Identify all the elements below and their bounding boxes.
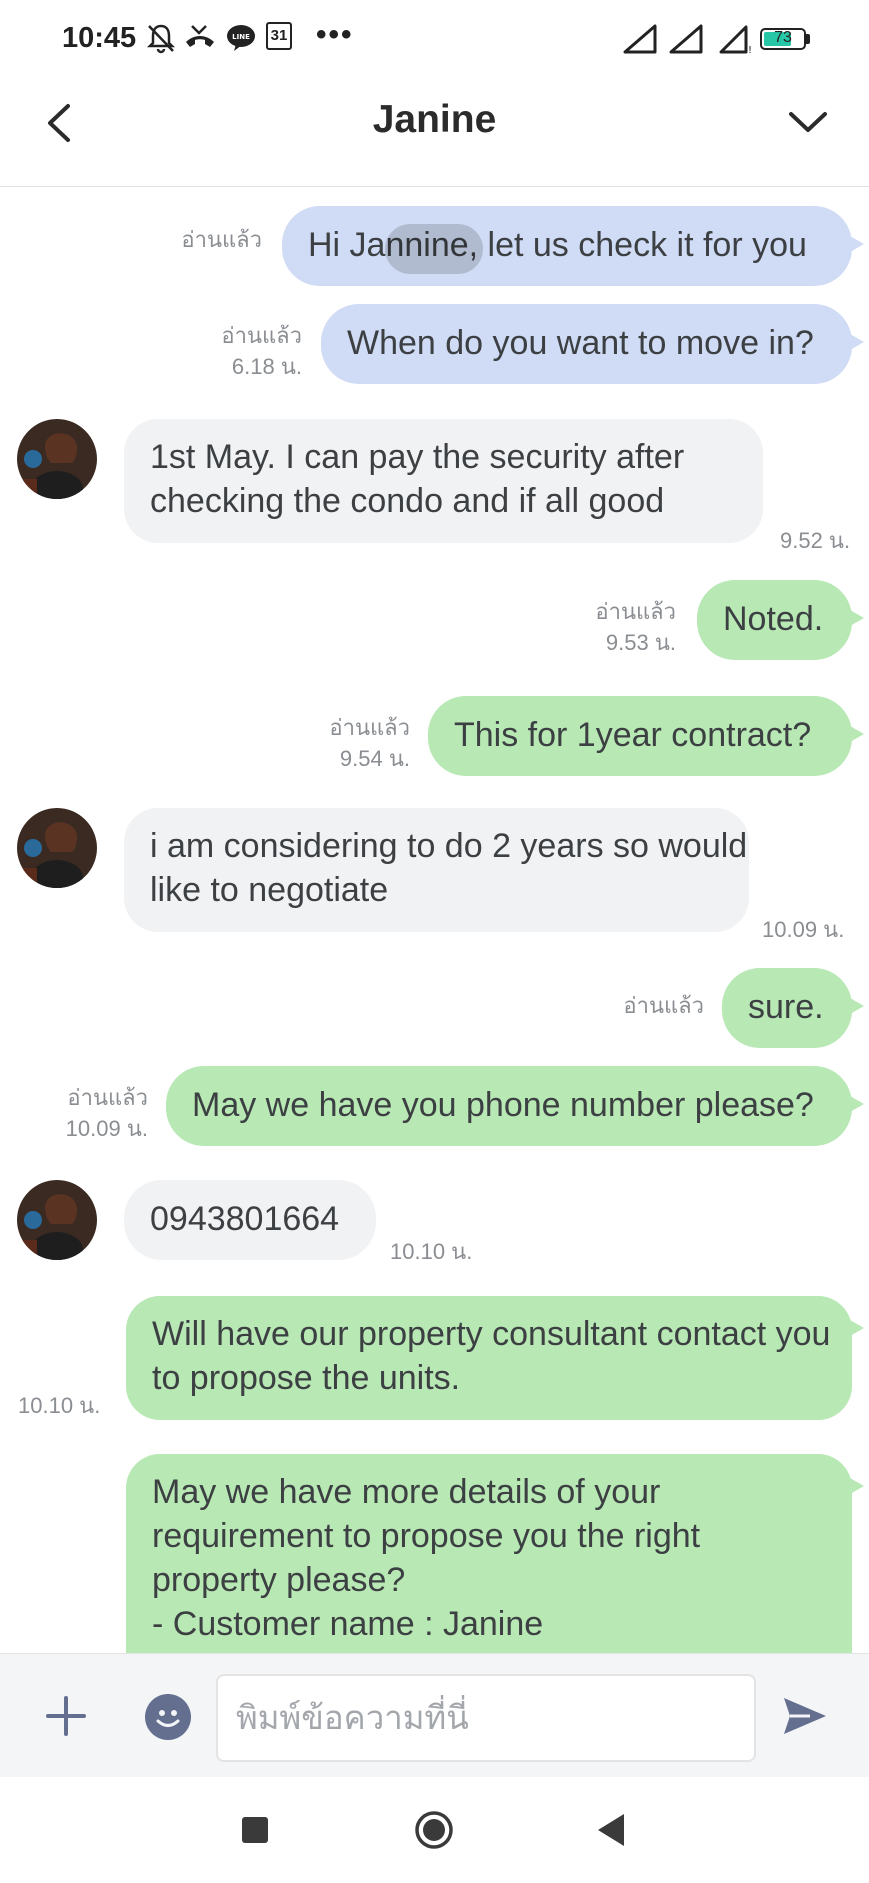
scroll-indicator[interactable] [385,224,483,274]
read-receipt: อ่านแล้ว [623,993,704,1018]
system-back-button[interactable] [596,1812,626,1848]
battery-tip [806,34,810,44]
status-bar: 10:45 LINE 31 ••• ! 73 [0,0,869,80]
recents-button[interactable] [242,1817,268,1843]
add-attachment-button[interactable] [42,1692,90,1740]
status-time: 10:45 [62,22,137,54]
calendar-icon: 31 [266,22,292,50]
message-time: 10.09 น. [762,917,845,942]
message-time: 9.52 น. [780,528,851,553]
message-list[interactable]: อ่านแล้ว Hi Jannine, let us check it for… [0,186,869,1653]
message-time: 9.54 น. [339,746,410,771]
message-input[interactable] [216,1674,756,1762]
notifications-off-icon [146,24,176,54]
message-meta: อ่านแล้ว 9.54 น. [300,712,410,774]
read-receipt: อ่านแล้ว [595,599,676,624]
message-time: 9.53 น. [605,630,676,655]
message-time: 6.18 น. [231,354,302,379]
missed-call-icon [186,25,214,47]
bubble-tail [850,610,864,626]
contact-avatar[interactable] [17,419,97,499]
message-bubble-outgoing[interactable]: When do you want to move in? [321,304,852,384]
bubble-tail [850,726,864,742]
message-time: 10.09 น. [65,1116,148,1141]
chat-header: Janine [0,80,869,187]
chat-title: Janine [372,98,497,141]
svg-text:LINE: LINE [232,33,250,41]
bubble-tail [850,334,864,350]
message-bubble-outgoing[interactable]: May we have you phone number please? [166,1066,852,1146]
message-bubble-outgoing[interactable]: May we have more details of your require… [126,1454,852,1653]
system-nav-bar [0,1777,869,1883]
more-icon: ••• [316,18,354,51]
bubble-tail [850,1478,864,1494]
message-bubble-incoming[interactable]: i am considering to do 2 years so would … [124,808,749,932]
send-button[interactable] [780,1692,830,1740]
message-time: 10.10 น. [390,1239,473,1264]
message-bubble-outgoing[interactable]: Hi Jannine, let us check it for you [282,206,852,286]
bubble-tail [850,236,864,252]
battery-percent: 73 [774,29,792,46]
message-time: 10.10 น. [18,1393,101,1418]
message-bubble-incoming[interactable]: 0943801664 [124,1180,376,1260]
bubble-tail [850,1320,864,1336]
emoji-icon [156,1710,180,1727]
read-receipt: อ่านแล้ว [67,1085,148,1110]
svg-text:!: ! [748,45,752,54]
signal-icon [669,24,703,54]
message-composer [0,1653,869,1778]
read-receipt: อ่านแล้ว [329,715,410,740]
battery-icon: 73 [760,28,806,50]
signal-icon: ! [719,25,752,54]
message-meta: อ่านแล้ว 9.53 น. [570,596,676,658]
chevron-down-icon [789,112,827,132]
home-button[interactable] [414,1810,454,1850]
message-meta: อ่านแล้ว 10.09 น. [48,1082,148,1144]
message-bubble-outgoing[interactable]: This for 1year contract? [428,696,852,776]
message-bubble-outgoing[interactable]: Noted. [697,580,852,660]
message-meta: อ่านแล้ว 6.18 น. [180,320,302,382]
read-receipt: อ่านแล้ว [181,227,262,252]
emoji-button[interactable] [145,1694,191,1740]
contact-avatar[interactable] [17,1180,97,1260]
message-bubble-outgoing[interactable]: sure. [722,968,852,1048]
bubble-tail [850,998,864,1014]
contact-avatar[interactable] [17,808,97,888]
bubble-tail [850,1096,864,1112]
message-bubble-outgoing[interactable]: Will have our property consultant contac… [126,1296,852,1420]
menu-chevron-button[interactable] [783,102,833,142]
message-bubble-incoming[interactable]: 1st May. I can pay the security after ch… [124,419,763,543]
read-receipt: อ่านแล้ว [221,323,302,348]
line-app-icon: LINE [227,25,255,51]
signal-icon [623,24,657,54]
